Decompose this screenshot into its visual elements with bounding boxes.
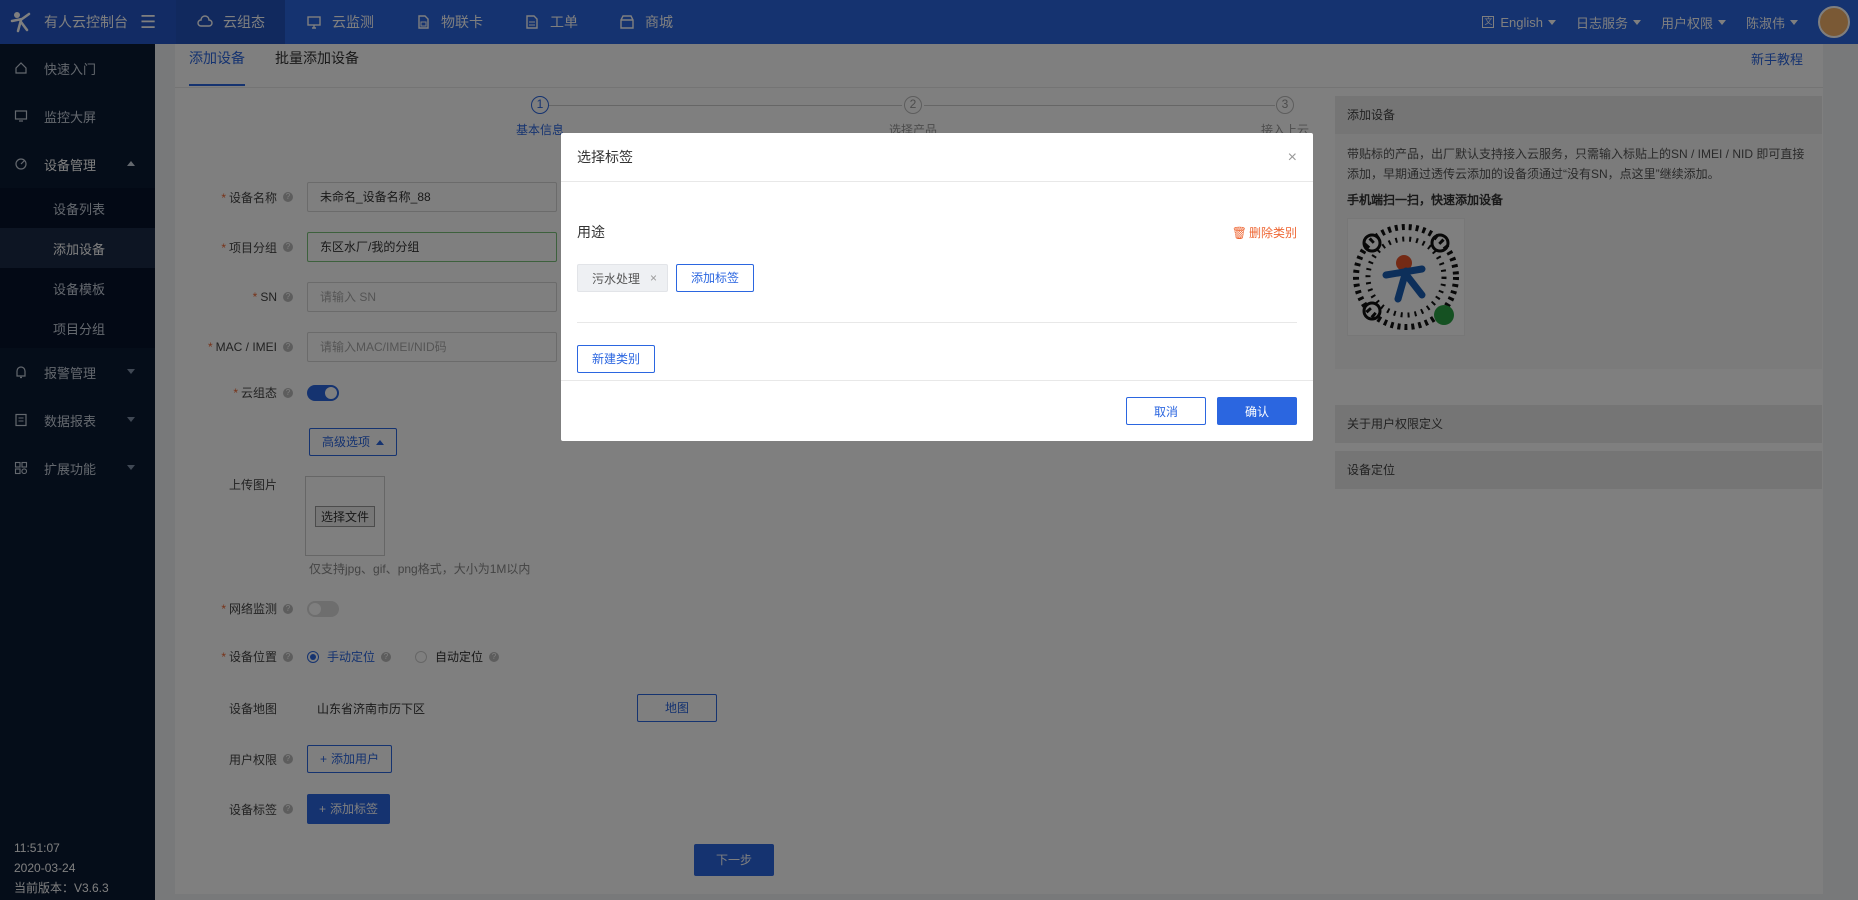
- category-name: 用途: [577, 224, 605, 240]
- select-tag-dialog: 选择标签 × 用途 🗑 删除类别 污水处理 × 添加标签 新建类别 取消 确认: [561, 133, 1313, 441]
- category-row: 用途 🗑 删除类别: [577, 222, 1297, 242]
- divider: [577, 322, 1297, 323]
- tag-label: 污水处理: [592, 271, 641, 286]
- confirm-button[interactable]: 确认: [1217, 397, 1297, 425]
- delete-category-button[interactable]: 🗑 删除类别: [1232, 224, 1297, 241]
- dialog-footer: 取消 确认: [561, 380, 1313, 441]
- add-tag-button[interactable]: 添加标签: [676, 264, 755, 292]
- tag-chip[interactable]: 污水处理 ×: [577, 264, 669, 292]
- new-category-button[interactable]: 新建类别: [577, 345, 656, 373]
- close-icon[interactable]: ×: [1288, 149, 1297, 167]
- tag-list: 污水处理 × 添加标签: [577, 264, 755, 292]
- new-category-row: 新建类别: [577, 345, 656, 373]
- cancel-button[interactable]: 取消: [1126, 397, 1206, 425]
- close-icon[interactable]: ×: [650, 271, 657, 285]
- trash-icon: 🗑: [1231, 225, 1247, 240]
- button-label: 删除类别: [1248, 225, 1297, 240]
- dialog-body: 用途 🗑 删除类别 污水处理 × 添加标签 新建类别: [561, 182, 1313, 380]
- dialog-title: 选择标签: [577, 149, 633, 165]
- dialog-header: 选择标签 ×: [561, 133, 1313, 182]
